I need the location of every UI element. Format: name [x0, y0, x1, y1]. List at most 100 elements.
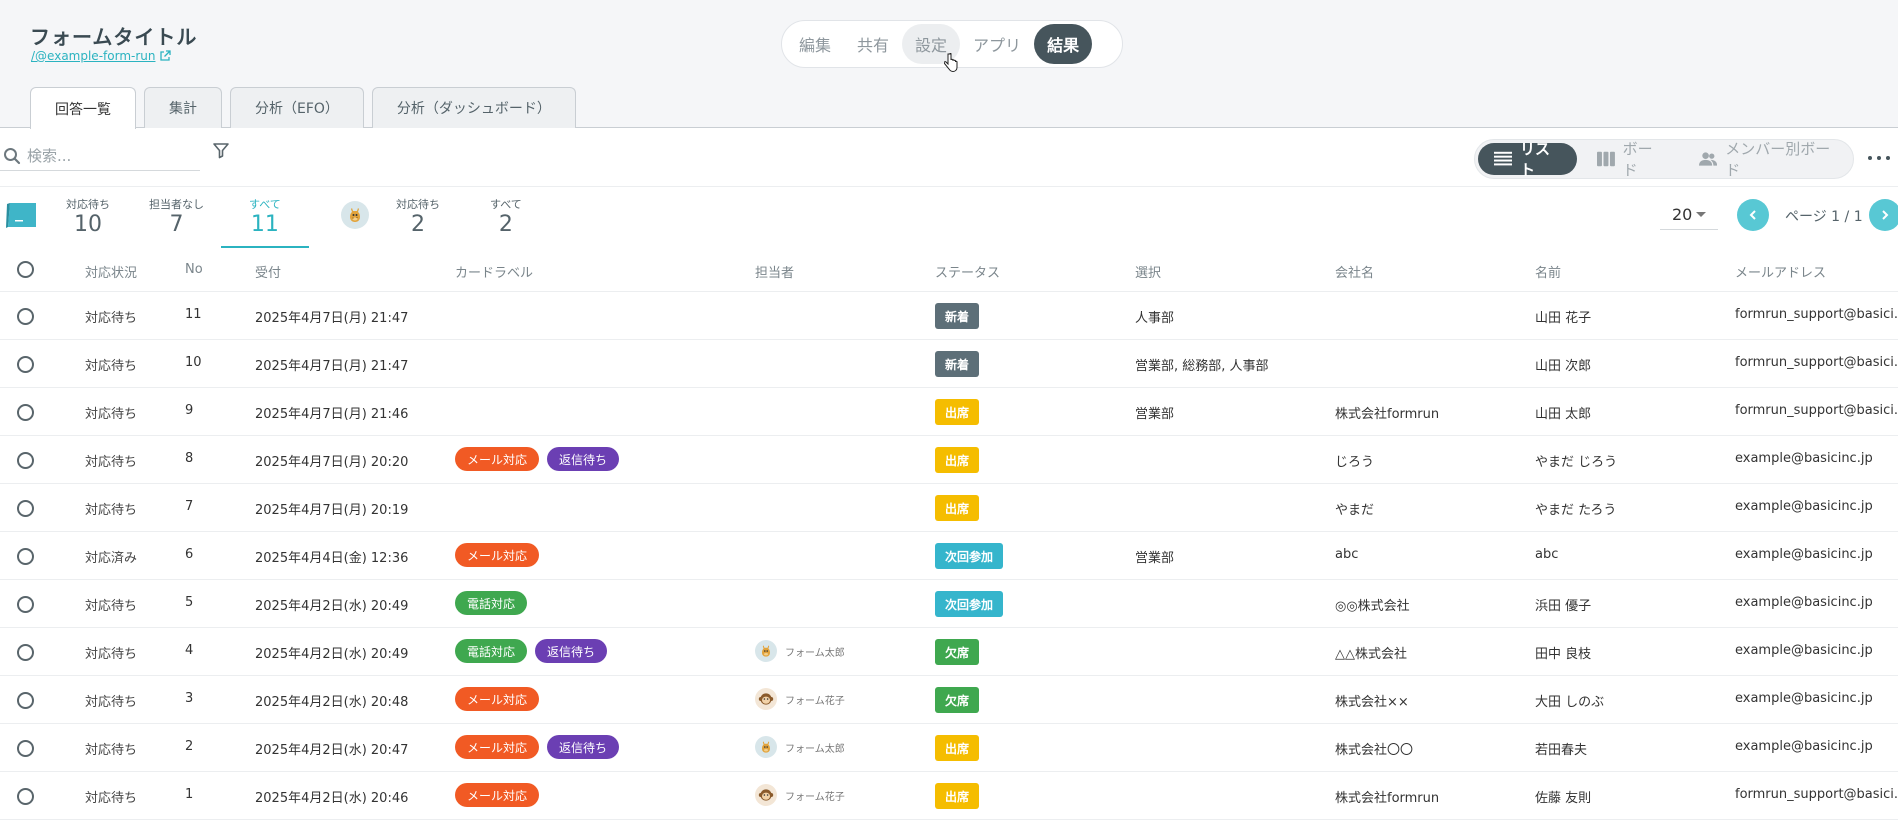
card-label-chip[interactable]: メール対応 [455, 735, 540, 759]
cell-assignee[interactable]: フォーム太郎 [755, 736, 845, 758]
row-select-radio[interactable] [17, 308, 34, 325]
row-select-radio[interactable] [17, 644, 34, 661]
col-status[interactable]: ステータス [935, 262, 1000, 281]
table-row[interactable]: 対応待ち 1 2025年4月2日(水) 20:46 メール対応 フォーム花子 出席 株式会社… [0, 772, 1898, 820]
members-icon [1699, 152, 1718, 166]
cell-assignee[interactable]: フォーム太郎 [755, 640, 845, 662]
status-badge[interactable]: 欠席 [935, 687, 980, 713]
view-board-button[interactable]: ボード [1581, 140, 1680, 179]
col-state[interactable]: 対応状況 [85, 262, 137, 281]
counter-waiting[interactable]: 対応待ち 10 [66, 196, 110, 238]
row-select-radio[interactable] [17, 356, 34, 373]
row-select-radio[interactable] [17, 692, 34, 709]
tab-responses[interactable]: 回答一覧 [30, 87, 136, 129]
status-badge[interactable]: 出席 [935, 495, 980, 521]
mode-edit[interactable]: 編集 [786, 24, 844, 64]
col-name[interactable]: 名前 [1535, 262, 1561, 281]
counter-unassigned[interactable]: 担当者なし 7 [149, 196, 204, 238]
all-members-icon[interactable] [5, 200, 37, 230]
card-label-chip[interactable]: メール対応 [455, 687, 540, 711]
status-badge[interactable]: 欠席 [935, 639, 980, 665]
row-select-radio[interactable] [17, 548, 34, 565]
table-row[interactable]: 対応待ち 3 2025年4月2日(水) 20:48 メール対応 フォーム花子 欠席 株式会社… [0, 676, 1898, 724]
assignee-name: フォーム太郎 [785, 743, 845, 755]
table-row[interactable]: 対応待ち 7 2025年4月7日(月) 20:19 出席 やまだ やまだ たろう examp… [0, 484, 1898, 532]
form-link[interactable]: /@example-form-run [31, 49, 172, 63]
counter-member-waiting[interactable]: 対応待ち 2 [396, 196, 440, 238]
status-badge[interactable]: 出席 [935, 447, 980, 473]
search-input[interactable] [27, 146, 187, 165]
col-assignee[interactable]: 担当者 [755, 262, 794, 281]
tab-analysis-efo[interactable]: 分析（EFO） [230, 87, 364, 128]
cell-no: 2 [185, 739, 194, 754]
cell-labels: メール対応 [455, 543, 540, 567]
col-labels[interactable]: カードラベル [455, 262, 533, 281]
col-select[interactable]: 選択 [1135, 262, 1161, 281]
row-select-radio[interactable] [17, 404, 34, 421]
table-row[interactable]: 対応待ち 9 2025年4月7日(月) 21:46 出席 営業部 株式会社formrun 山… [0, 388, 1898, 436]
cell-name: 若田春夫 [1535, 743, 1588, 758]
col-no[interactable]: No [185, 262, 203, 277]
view-list-button[interactable]: リスト [1478, 140, 1577, 179]
tab-analysis-dashboard[interactable]: 分析（ダッシュボード） [371, 87, 576, 128]
table-row[interactable]: 対応待ち 8 2025年4月7日(月) 20:20 メール対応 返信待ち 出席 じろう やまだ… [0, 436, 1898, 484]
select-all-radio[interactable] [17, 261, 34, 278]
mode-share[interactable]: 共有 [844, 24, 902, 64]
mode-results[interactable]: 結果 [1034, 24, 1093, 64]
table-row[interactable]: 対応待ち 10 2025年4月7日(月) 21:47 新着 営業部, 総務部, 人事部 山… [0, 340, 1898, 388]
card-label-chip[interactable]: メール対応 [455, 447, 540, 471]
per-page-select[interactable]: 20 [1660, 200, 1718, 230]
counter-all[interactable]: すべて 11 [221, 196, 309, 248]
search-box [0, 141, 200, 171]
next-page-button[interactable] [1869, 199, 1898, 231]
row-select-radio[interactable] [17, 596, 34, 613]
card-label-chip[interactable]: 返信待ち [547, 735, 620, 759]
view-member-board-button[interactable]: メンバー別ボード [1683, 140, 1850, 179]
card-label-chip[interactable]: 返信待ち [547, 447, 620, 471]
search-icon [4, 147, 21, 164]
col-company[interactable]: 会社名 [1335, 262, 1374, 281]
counter-member-all[interactable]: すべて 2 [490, 196, 522, 238]
cell-state: 対応待ち [85, 695, 138, 710]
tab-summary[interactable]: 集計 [144, 87, 222, 128]
cell-state: 対応待ち [85, 407, 138, 422]
card-label-chip[interactable]: 返信待ち [535, 639, 608, 663]
cell-email: formrun_support@basici... [1735, 403, 1898, 418]
cell-email: example@basicinc.jp [1735, 595, 1873, 610]
status-badge[interactable]: 次回参加 [935, 543, 1004, 569]
row-select-radio[interactable] [17, 500, 34, 517]
more-options-icon[interactable] [1868, 149, 1890, 167]
cell-no: 3 [185, 691, 194, 706]
giraffe-avatar-icon[interactable] [341, 201, 369, 229]
table-row[interactable]: 対応済み 6 2025年4月4日(金) 12:36 メール対応 次回参加 営業部 abc ab… [0, 532, 1898, 580]
pointer-cursor-icon [944, 53, 958, 73]
status-badge[interactable]: 出席 [935, 735, 980, 761]
table-row[interactable]: 対応待ち 5 2025年4月2日(水) 20:49 電話対応 次回参加 ◎◎株式会社 浜田 … [0, 580, 1898, 628]
card-label-chip[interactable]: メール対応 [455, 783, 540, 807]
cell-labels: 電話対応 [455, 591, 528, 615]
card-label-chip[interactable]: 電話対応 [455, 639, 528, 663]
table-row[interactable]: 対応待ち 4 2025年4月2日(水) 20:49 電話対応 返信待ち フォーム太郎 欠席 △… [0, 628, 1898, 676]
cell-assignee[interactable]: フォーム花子 [755, 784, 845, 806]
status-badge[interactable]: 次回参加 [935, 591, 1004, 617]
card-label-chip[interactable]: 電話対応 [455, 591, 528, 615]
card-label-chip[interactable]: メール対応 [455, 543, 540, 567]
row-select-radio[interactable] [17, 788, 34, 805]
cell-select: 営業部, 総務部, 人事部 [1135, 359, 1269, 374]
table-row[interactable]: 対応待ち 2 2025年4月2日(水) 20:47 メール対応 返信待ち フォーム太郎 出席… [0, 724, 1898, 772]
cell-name: やまだ じろう [1535, 455, 1618, 470]
form-link-text[interactable]: /@example-form-run [31, 49, 155, 63]
row-select-radio[interactable] [17, 452, 34, 469]
col-date[interactable]: 受付 [255, 262, 281, 281]
col-email[interactable]: メールアドレス [1735, 262, 1826, 281]
row-select-radio[interactable] [17, 740, 34, 757]
cell-assignee[interactable]: フォーム花子 [755, 688, 845, 710]
status-badge[interactable]: 出席 [935, 783, 980, 809]
mode-app[interactable]: アプリ [960, 24, 1034, 64]
table-row[interactable]: 対応待ち 11 2025年4月7日(月) 21:47 新着 人事部 山田 花子 formru… [0, 292, 1898, 340]
status-badge[interactable]: 新着 [935, 303, 980, 329]
status-badge[interactable]: 新着 [935, 351, 980, 377]
prev-page-button[interactable] [1737, 199, 1769, 231]
filter-icon[interactable] [212, 141, 230, 159]
status-badge[interactable]: 出席 [935, 399, 980, 425]
